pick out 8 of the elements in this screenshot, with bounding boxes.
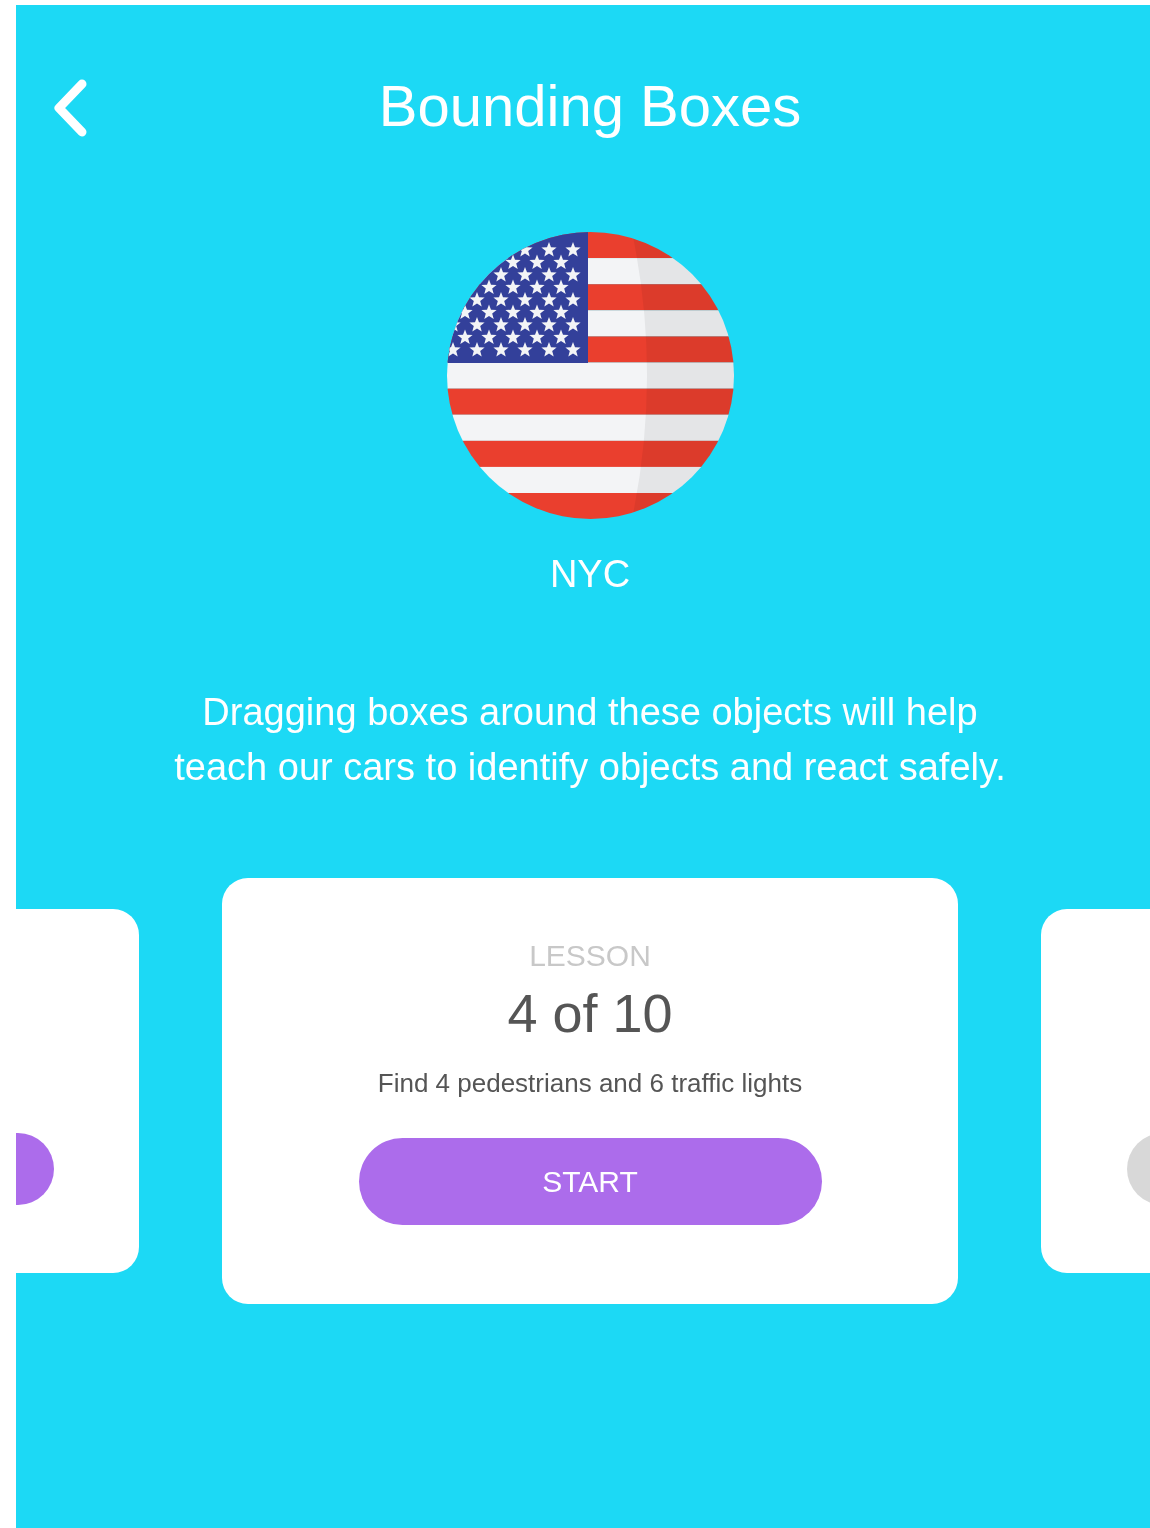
screen-title: Bounding Boxes [378, 72, 802, 140]
flag-icon [446, 232, 734, 519]
description-text: Dragging boxes around these objects will help teach our cars to identify objects and react safely. [173, 690, 1007, 790]
lesson-task: Find 4 pedestrians and 6 traffic lights [377, 1067, 803, 1100]
lesson-number: 4 of 10 [507, 982, 673, 1044]
start-button[interactable]: START [358, 1138, 822, 1225]
back-button[interactable] [51, 78, 89, 138]
city-name: NYC [549, 552, 631, 597]
